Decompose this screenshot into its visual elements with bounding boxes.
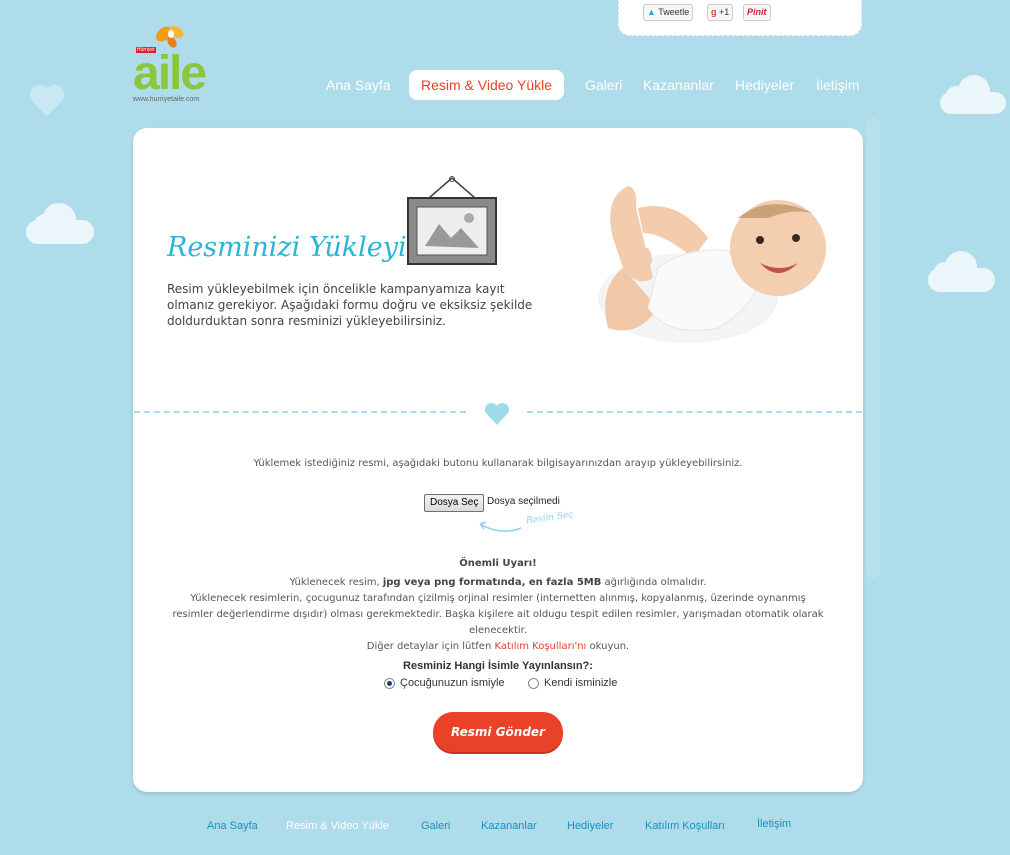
file-choose-button[interactable]: Dosya Seç xyxy=(424,494,485,512)
file-status: Dosya seçilmedi xyxy=(487,496,560,507)
nav-item-iletisim[interactable]: İletişim xyxy=(816,70,860,100)
footer-link-kazananlar[interactable]: Kazananlar xyxy=(481,820,537,832)
cloud-decoration xyxy=(26,203,94,244)
gplus-icon: g xyxy=(711,7,717,17)
warning-title: Önemli Uyarı! xyxy=(459,558,537,569)
tweet-button[interactable]: ▲ Tweetle xyxy=(643,4,694,21)
gplus-button[interactable]: g +1 xyxy=(707,4,734,21)
logo-badge: Hürriyet xyxy=(136,47,156,53)
gplus-label: +1 xyxy=(719,7,730,17)
warning-format-note: jpg veya png formatında, en fazla 5MB xyxy=(382,577,602,588)
warning-text: Yüklenecek resim, jpg veya png formatınd… xyxy=(170,575,826,655)
logo-wordmark: aile xyxy=(133,47,207,100)
section-divider xyxy=(134,411,466,413)
nav-item-resim-video-yukle[interactable]: Resim & Video Yükle xyxy=(409,70,564,100)
radio-child-name[interactable]: Çocuğunuzun ismiyle xyxy=(384,677,505,689)
radio-button[interactable] xyxy=(528,677,539,689)
warning-line2: Yüklenecek resimlerin, çocugunuz tarafın… xyxy=(172,593,824,636)
footer-link-katilim-kosullari[interactable]: Katılım Koşulları xyxy=(645,820,725,832)
heart-divider-icon xyxy=(484,402,510,425)
terms-link[interactable]: Katılım Koşulları'nı xyxy=(494,641,586,652)
section-divider xyxy=(527,411,862,413)
footer-link-galeri[interactable]: Galeri xyxy=(421,820,450,832)
social-share-box: ▲ Tweetle g +1 Pinit xyxy=(618,0,862,36)
page-title: Resminizi Yükleyin xyxy=(167,232,424,263)
radio-button[interactable] xyxy=(384,677,395,689)
submit-button[interactable]: Resmi Gönder xyxy=(433,712,563,752)
footer-link-ana-sayfa[interactable]: Ana Sayfa xyxy=(207,820,258,832)
cloud-decoration xyxy=(940,75,1006,114)
twitter-bird-icon: ▲ xyxy=(647,7,656,17)
radio-label: Çocuğunuzun ismiyle xyxy=(400,677,505,689)
warning-line3: Diğer detaylar için lütfen xyxy=(366,641,495,652)
warning-line1-end: ağırlığında olmalıdır. xyxy=(601,577,707,588)
nav-item-hediyeler[interactable]: Hediyeler xyxy=(735,70,794,100)
radio-label: Kendi isminizle xyxy=(544,677,618,689)
nav-item-kazananlar[interactable]: Kazananlar xyxy=(643,70,714,100)
footer-link-resim-video-yukle[interactable]: Resim & Video Yükle xyxy=(286,820,389,832)
nav-item-galeri[interactable]: Galeri xyxy=(585,70,622,100)
heart-decoration-icon xyxy=(32,87,62,117)
radio-own-name[interactable]: Kendi isminizle xyxy=(528,677,617,689)
nav-item-ana-sayfa[interactable]: Ana Sayfa xyxy=(326,70,391,100)
cloud-decoration xyxy=(928,251,995,292)
pinit-button[interactable]: Pinit xyxy=(743,4,771,21)
warning-line3-end: okuyun. xyxy=(586,641,630,652)
footer-link-iletisim[interactable]: İletişim xyxy=(757,818,791,830)
upload-instruction: Yüklemek istediğiniz resmi, aşağıdaki bu… xyxy=(253,458,743,469)
card-shadow-strip xyxy=(866,118,880,578)
logo-url: www.hurriyetaile.com xyxy=(133,96,200,103)
warning-line1: Yüklenecek resim, xyxy=(289,577,383,588)
baby-photo xyxy=(568,178,830,358)
footer-link-hediyeler[interactable]: Hediyeler xyxy=(567,820,613,832)
picture-frame-illustration xyxy=(407,176,497,265)
intro-text: Resim yükleyebilmek için öncelikle kampa… xyxy=(167,282,533,328)
tweet-label: Tweetle xyxy=(658,7,690,17)
publish-question: Resminiz Hangi İsimle Yayınlansın?: xyxy=(403,660,593,672)
